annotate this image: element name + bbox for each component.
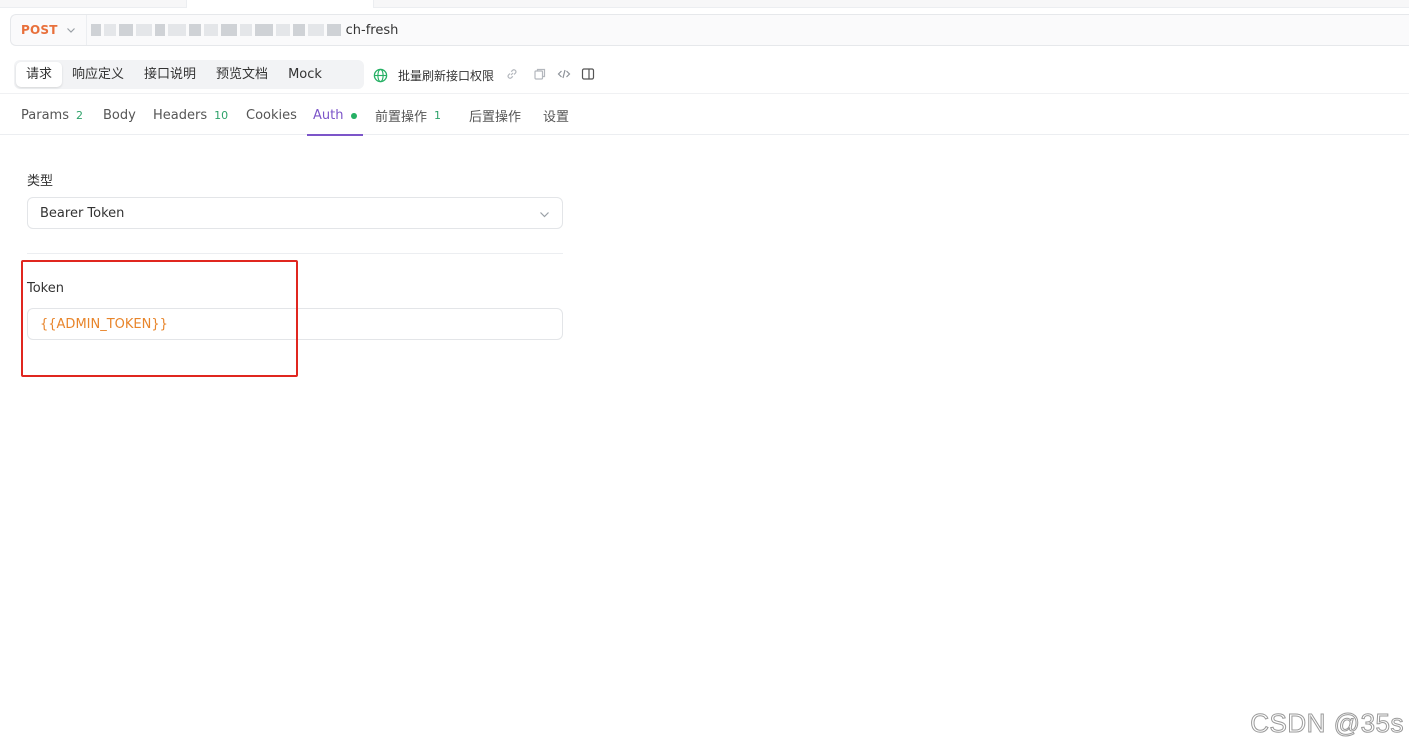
mode-segmented-control: 请求 响应定义 接口说明 预览文档 Mock: [14, 60, 364, 89]
link-icon[interactable]: [505, 67, 519, 81]
auth-active-dot: [351, 112, 357, 119]
code-icon[interactable]: [557, 67, 571, 81]
tab-params-count: 2: [75, 109, 83, 122]
annotation-highlight-box: [21, 260, 298, 377]
tab-body-label: Body: [103, 108, 136, 123]
chevron-down-icon: [540, 212, 549, 218]
mode-bar: 请求 响应定义 接口说明 预览文档 Mock 批量刷新接口权限: [0, 56, 1409, 94]
tab-headers-count: 10: [214, 109, 229, 122]
url-redacted-segment: [90, 23, 344, 37]
tab-post-operations[interactable]: 后置操作: [469, 96, 521, 135]
tab-headers-label: Headers: [153, 108, 208, 123]
tab-settings-label: 设置: [543, 110, 570, 125]
method-select[interactable]: POST: [11, 15, 87, 45]
tab-headers[interactable]: Headers 10: [153, 96, 228, 135]
mode-tab-mock[interactable]: Mock: [278, 62, 332, 87]
tab-params[interactable]: Params 2: [21, 96, 83, 135]
tab-cookies[interactable]: Cookies: [246, 96, 297, 135]
mode-tab-preview-docs[interactable]: 预览文档: [206, 62, 278, 87]
api-client-window: POST ch-fresh 请求 响应定义 接口说明 预览文档 Mock 批量刷…: [0, 0, 1409, 747]
copy-icon[interactable]: [533, 67, 547, 81]
mode-tab-response-definition[interactable]: 响应定义: [62, 62, 134, 87]
tab-cookies-label: Cookies: [246, 108, 297, 123]
tab-pre-operations-label: 前置操作: [375, 110, 428, 125]
tab-pre-operations-count: 1: [434, 109, 442, 122]
tab-params-label: Params: [21, 108, 69, 123]
globe-icon: [373, 68, 388, 82]
method-label: POST: [21, 23, 58, 37]
url-input[interactable]: ch-fresh: [346, 23, 399, 38]
mode-tab-api-description[interactable]: 接口说明: [134, 62, 206, 87]
tab-auth-label: Auth: [313, 108, 344, 123]
split-panel-icon[interactable]: [581, 67, 595, 81]
tab-pre-operations[interactable]: 前置操作 1: [375, 96, 441, 135]
auth-type-select[interactable]: Bearer Token: [27, 197, 563, 229]
request-sub-tabs: Params 2 Body Headers 10 Cookies Auth 前置…: [0, 96, 1409, 136]
chevron-down-icon: [66, 28, 75, 33]
tab-auth[interactable]: Auth: [307, 96, 363, 136]
bulk-refresh-permissions-button[interactable]: 批量刷新接口权限: [373, 66, 494, 84]
tab-post-operations-label: 后置操作: [469, 110, 522, 125]
watermark: CSDN @35s: [1250, 708, 1404, 739]
auth-type-value: Bearer Token: [40, 205, 125, 221]
request-tab-strip: [0, 0, 1409, 8]
tab-settings[interactable]: 设置: [543, 96, 569, 135]
url-bar: POST ch-fresh: [10, 14, 1409, 46]
bulk-refresh-label: 批量刷新接口权限: [398, 68, 495, 83]
mode-tab-request[interactable]: 请求: [16, 62, 63, 87]
tab-body[interactable]: Body: [103, 96, 136, 135]
form-divider: [27, 253, 563, 254]
active-request-tab[interactable]: [186, 0, 374, 8]
auth-type-label: 类型: [27, 174, 54, 189]
